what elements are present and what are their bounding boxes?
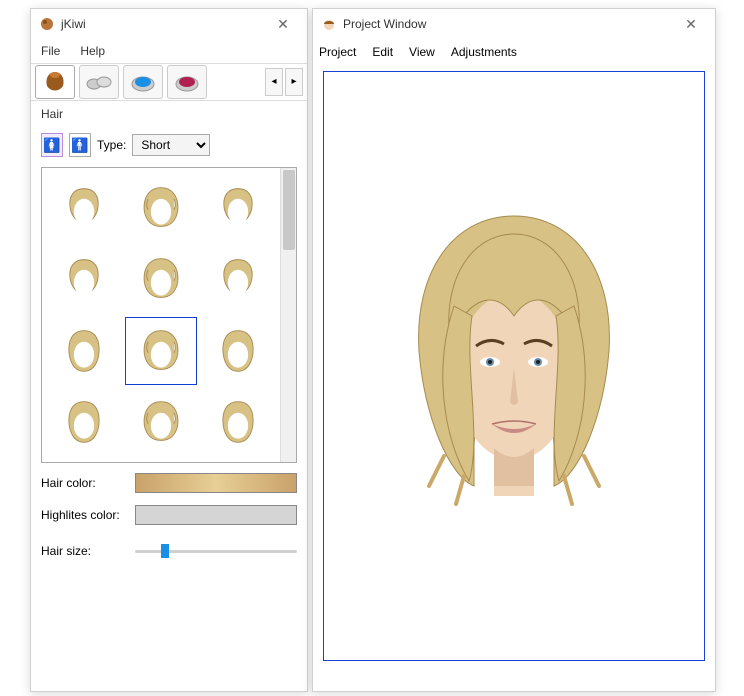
hair-size-row: Hair size: [31, 531, 307, 571]
tab-nav: ◂ ▸ [265, 68, 303, 96]
section-label: Hair [31, 101, 307, 127]
menu-file[interactable]: File [37, 42, 64, 60]
hair-color-row: Hair color: [31, 467, 307, 499]
tab-lipstick[interactable] [167, 65, 207, 99]
tools-window: jKiwi ✕ File Help ◂ ▸ Hair 🚺 🚹 Type: Sho… [30, 8, 308, 692]
menu-view[interactable]: View [409, 45, 435, 59]
window-title: jKiwi [61, 17, 267, 31]
highlites-swatch[interactable] [135, 505, 297, 525]
tab-prev-button[interactable]: ◂ [265, 68, 283, 96]
hair-size-slider[interactable] [135, 541, 297, 561]
hair-item[interactable] [125, 389, 198, 457]
menu-project[interactable]: Project [319, 45, 356, 59]
tab-accessories[interactable] [79, 65, 119, 99]
male-icon: 🚹 [71, 137, 88, 154]
hair-grid-panel [41, 167, 297, 463]
window-title: Project Window [343, 17, 675, 31]
canvas[interactable] [323, 71, 705, 661]
hair-size-label: Hair size: [41, 544, 127, 558]
menu-edit[interactable]: Edit [372, 45, 393, 59]
hair-color-label: Hair color: [41, 476, 127, 490]
hair-item[interactable] [48, 246, 121, 314]
hair-color-swatch[interactable] [135, 473, 297, 493]
slider-track [135, 550, 297, 553]
hair-item[interactable] [48, 389, 121, 457]
hair-item[interactable] [125, 317, 198, 385]
highlites-label: Highlites color: [41, 508, 127, 522]
titlebar: Project Window ✕ [313, 9, 715, 39]
preview-portrait [364, 186, 664, 546]
app-icon [321, 16, 337, 32]
gender-male-button[interactable]: 🚹 [69, 133, 91, 157]
app-icon [39, 16, 55, 32]
highlites-row: Highlites color: [31, 499, 307, 531]
menu-adjustments[interactable]: Adjustments [451, 45, 517, 59]
scrollbar-thumb[interactable] [283, 170, 295, 250]
hair-item[interactable] [201, 317, 274, 385]
tab-hair[interactable] [35, 65, 75, 99]
gender-female-button[interactable]: 🚺 [41, 133, 63, 157]
menu-help[interactable]: Help [76, 42, 109, 60]
tab-next-button[interactable]: ▸ [285, 68, 303, 96]
female-icon: 🚺 [43, 137, 60, 154]
slider-thumb[interactable] [161, 544, 169, 558]
project-window: Project Window ✕ Project Edit View Adjus… [312, 8, 716, 692]
close-icon[interactable]: ✕ [675, 13, 707, 35]
gender-type-row: 🚺 🚹 Type: Short [31, 127, 307, 163]
titlebar: jKiwi ✕ [31, 9, 307, 39]
tab-eyeshadow[interactable] [123, 65, 163, 99]
type-select[interactable]: Short [132, 134, 210, 156]
scrollbar[interactable] [280, 168, 296, 462]
hair-item[interactable] [201, 174, 274, 242]
hair-item[interactable] [48, 174, 121, 242]
hair-grid [42, 168, 280, 462]
type-label: Type: [97, 138, 126, 152]
hair-item[interactable] [201, 389, 274, 457]
hair-item[interactable] [125, 174, 198, 242]
hair-item[interactable] [201, 246, 274, 314]
close-icon[interactable]: ✕ [267, 13, 299, 35]
hair-item[interactable] [48, 317, 121, 385]
menubar: Project Edit View Adjustments [313, 39, 715, 65]
menubar: File Help [31, 39, 307, 63]
hair-item[interactable] [125, 246, 198, 314]
category-toolbar: ◂ ▸ [31, 63, 307, 101]
